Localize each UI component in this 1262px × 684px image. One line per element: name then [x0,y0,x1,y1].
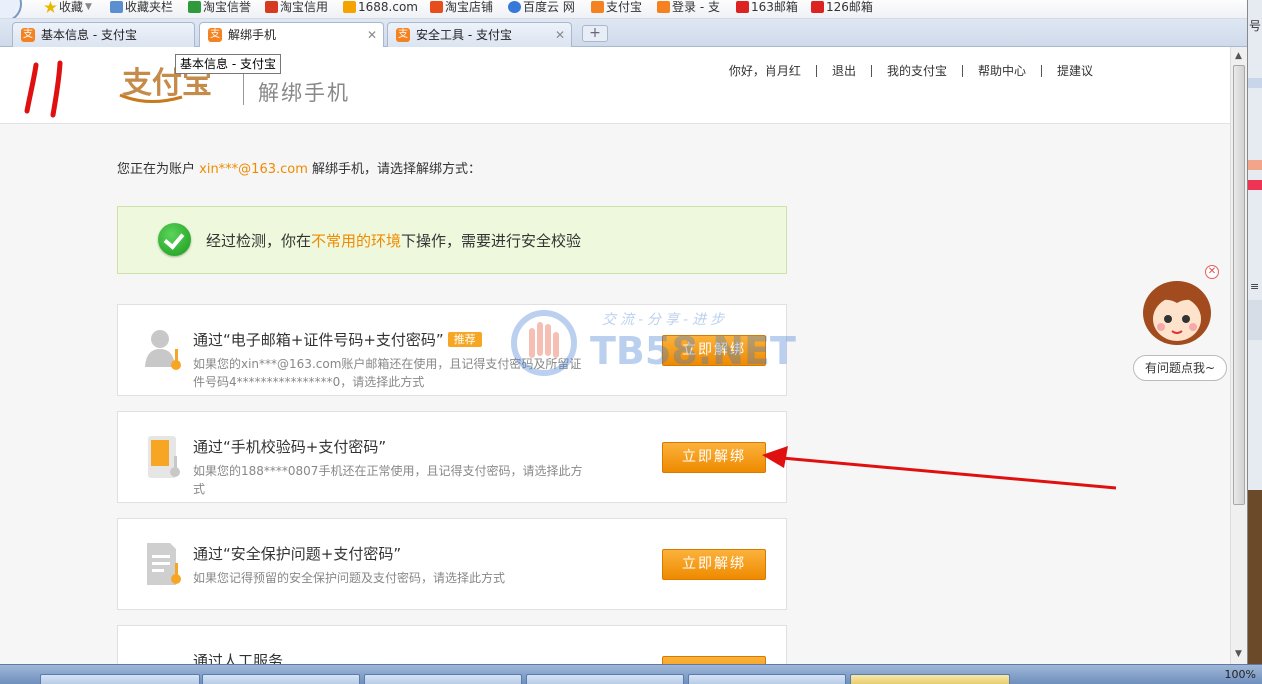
unbind-option-manual-service: 通过人工服务 [117,625,787,664]
top-navigation: 你好，肖月红 退出 我的支付宝 帮助中心 提建议 [714,65,1108,77]
bookmark-link[interactable]: 淘宝信用 [265,0,328,18]
security-check-alert: 经过检测，你在不常用的环境下操作，需要进行安全校验 [117,206,787,274]
folder-icon [110,1,123,13]
bookmarks-bar: 收藏 ▼ 收藏夹栏 淘宝信誉 淘宝信用 1688.com 淘宝店铺 百度云 网 支… [0,0,1248,19]
unbind-now-button[interactable]: 立即解绑 [662,442,766,473]
taskbar: 100% [0,664,1262,684]
taskbar-item[interactable] [526,674,684,684]
phone-icon [148,436,180,478]
star-icon [44,1,57,13]
option-title: 通过人工服务 [193,652,284,664]
mail126-icon [811,1,824,13]
alert-message: 经过检测，你在不常用的环境下操作，需要进行安全校验 [206,232,582,250]
1688-icon [343,1,356,13]
alipay-icon: 支 [208,28,222,42]
document-key-icon [147,543,181,585]
cloud-icon [508,1,521,13]
system-tray: 100% [1224,668,1256,681]
intro-text: 您正在为账户 xin***@163.com 解绑手机，请选择解绑方式： [117,162,482,177]
unbind-now-button[interactable]: 立即解绑 [662,549,766,580]
close-icon[interactable]: ✕ [1205,265,1219,279]
bookmark-link[interactable]: 百度云 网 [508,0,575,18]
bookmark-link[interactable]: 登录 - 支 [657,0,720,18]
help-widget[interactable]: ✕ 有问题点我~ [1133,265,1227,385]
recommended-badge: 推荐 [447,332,482,347]
unbind-now-button[interactable]: 立即解绑 [662,335,766,366]
logo-separator [243,71,244,105]
account-email: xin***@163.com [199,162,308,177]
mail163-icon [736,1,749,13]
help-center-link[interactable]: 帮助中心 [961,65,1041,77]
help-bubble[interactable]: 有问题点我~ [1133,355,1227,381]
red-arrow-annotation [762,446,1117,490]
taobao-icon [265,1,278,13]
alipay-icon [591,1,604,13]
alipay-icon [657,1,670,13]
id-person-icon [145,330,181,370]
store-icon [430,1,443,13]
bookmark-favorites[interactable]: 收藏 ▼ [44,0,92,18]
scroll-thumb[interactable] [1233,65,1245,505]
taskbar-item[interactable] [40,674,200,684]
bookmark-folder[interactable]: 收藏夹栏 [110,0,173,18]
logout-link[interactable]: 退出 [815,65,871,77]
cartoon-girl-icon [1143,281,1211,345]
vertical-scrollbar[interactable]: ▲ ▼ [1230,47,1247,664]
option-description: 如果您记得预留的安全保护问题及支付密码，请选择此方式 [193,571,506,585]
my-alipay-link[interactable]: 我的支付宝 [870,65,962,77]
tab-basic-info[interactable]: 支 基本信息 - 支付宝 [12,22,195,47]
unbind-option-phone: 通过“手机校验码+支付密码” 如果您的188****0807手机还在正常使用，且… [117,411,787,503]
close-icon[interactable]: ✕ [367,23,377,47]
bookmark-link[interactable]: 126邮箱 [811,0,873,18]
red-annotation-mark [24,60,63,118]
scroll-up-icon[interactable]: ▲ [1235,51,1242,61]
option-title: 通过“安全保护问题+支付密码” [193,545,402,563]
search-icon [188,1,201,13]
option-description: 如果您的xin***@163.com账户邮箱还在使用，且记得支付密码及所留证件号… [193,357,582,389]
bookmark-link[interactable]: 163邮箱 [736,0,798,18]
bookmark-link[interactable]: 1688.com [343,0,418,18]
greeting: 你好，肖月红 [728,64,801,78]
tab-unbind-phone[interactable]: 支 解绑手机 ✕ [199,22,384,48]
option-title: 通过“电子邮箱+证件号码+支付密码” 推荐 [193,329,482,350]
bookmark-link[interactable]: 支付宝 [591,0,642,18]
taskbar-item[interactable] [688,674,846,684]
background-window-edge: 号 ≡ [1247,0,1262,664]
unbind-now-button[interactable] [662,656,766,664]
alipay-icon: 支 [21,28,35,42]
tab-tooltip: 基本信息 - 支付宝 [175,54,281,74]
taskbar-item[interactable] [364,674,522,684]
bookmark-link[interactable]: 淘宝店铺 [430,0,493,18]
feedback-link[interactable]: 提建议 [1040,65,1108,77]
taskbar-item[interactable] [202,674,360,684]
service-icon [144,648,184,664]
new-tab-button[interactable]: + [582,25,608,42]
tab-security-tools[interactable]: 支 安全工具 - 支付宝 ✕ [387,22,572,47]
browser-logo-icon[interactable] [0,0,22,18]
taskbar-item-active[interactable] [850,674,1010,684]
scroll-down-icon[interactable]: ▼ [1235,649,1242,659]
bookmark-link[interactable]: 淘宝信誉 [188,0,251,18]
unbind-option-email: 通过“电子邮箱+证件号码+支付密码” 推荐 如果您的xin***@163.com账… [117,304,787,396]
page-title: 解绑手机 [258,81,350,105]
unbind-option-security-question: 通过“安全保护问题+支付密码” 如果您记得预留的安全保护问题及支付密码，请选择此… [117,518,787,610]
page-content: 支付宝 解绑手机 你好，肖月红 退出 我的支付宝 帮助中心 提建议 您正在为账户… [0,47,1230,664]
alipay-icon: 支 [396,28,410,42]
close-icon[interactable]: ✕ [555,23,565,47]
option-description: 如果您的188****0807手机还在正常使用，且记得支付密码，请选择此方式 [193,464,583,496]
tab-bar: 支 基本信息 - 支付宝 支 解绑手机 ✕ 支 安全工具 - 支付宝 ✕ + [0,19,1248,48]
option-title: 通过“手机校验码+支付密码” [193,438,387,456]
check-icon [158,223,191,256]
